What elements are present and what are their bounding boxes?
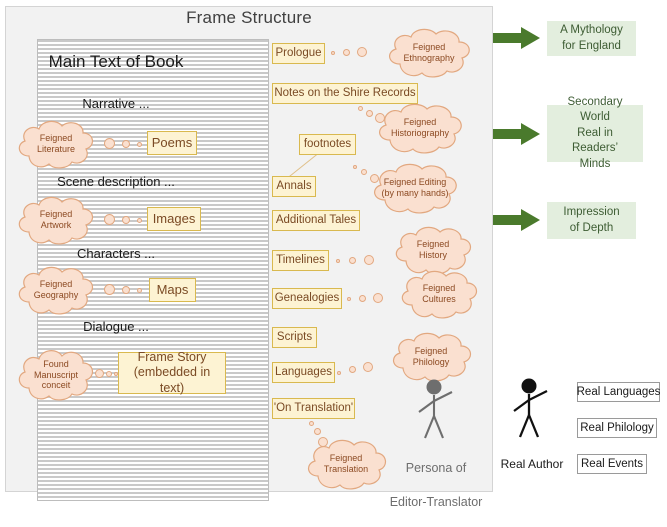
real-world-box-languages[interactable]: Real Languages <box>577 382 660 402</box>
paratext-box-scripts[interactable]: Scripts <box>272 327 317 348</box>
cloud-label: Feigned Philology <box>412 345 450 367</box>
thought-dot <box>336 259 340 263</box>
persona-stick-figure-icon <box>418 379 453 439</box>
thought-dot <box>363 362 373 372</box>
cloud-label: Feigned Literature <box>36 133 76 154</box>
thought-dot <box>137 142 142 147</box>
persona-caption: Persona of Editor-Translator <box>378 443 494 527</box>
thought-dot <box>106 371 112 377</box>
cloud-found-manuscript-conceit: Found Manuscript conceit <box>12 345 100 405</box>
cloud-label: Feigned Cultures <box>422 283 456 304</box>
cloud-feigned-editing: Feigned Editing (by many hands) <box>365 160 465 216</box>
inline-box-poems[interactable]: Poems <box>147 131 197 155</box>
cloud-label: Feigned Historiography <box>390 117 450 138</box>
real-world-box-events[interactable]: Real Events <box>577 454 647 474</box>
paratext-box-prologue[interactable]: Prologue <box>272 43 325 64</box>
thought-dot <box>343 49 350 56</box>
outcome-box-mythology-for-england[interactable]: A Mythology for England <box>547 21 636 56</box>
cloud-feigned-ethnography: Feigned Ethnography <box>381 26 477 79</box>
cloud-label: Feigned Editing (by many hands) <box>381 177 449 198</box>
cloud-label: Feigned History <box>416 239 450 260</box>
cloud-feigned-artwork: Feigned Artwork <box>12 192 100 248</box>
cloud-feigned-cultures: Feigned Cultures <box>394 268 484 320</box>
thought-dot <box>122 140 130 148</box>
thought-dot <box>347 297 351 301</box>
thought-dot <box>104 284 115 295</box>
thought-dot <box>104 214 115 225</box>
main-text-line-characters: Characters ... <box>76 246 156 261</box>
thought-dot <box>122 216 130 224</box>
paratext-box-timelines[interactable]: Timelines <box>272 250 329 271</box>
cloud-feigned-literature: Feigned Literature <box>12 116 100 172</box>
real-world-box-philology[interactable]: Real Philology <box>577 418 657 438</box>
thought-dot <box>104 138 115 149</box>
thought-dot <box>357 47 367 57</box>
main-text-heading: Main Text of Book <box>48 52 184 71</box>
main-text-line-dialogue: Dialogue ... <box>83 319 149 334</box>
thought-dot <box>122 286 130 294</box>
real-author-stick-figure-icon <box>513 378 548 438</box>
diagram-canvas: Frame Structure Main Text of Book Narrat… <box>0 0 667 509</box>
inline-box-frame-story[interactable]: Frame Story (embedded in text) <box>118 350 226 395</box>
paratext-box-languages[interactable]: Languages <box>272 362 335 383</box>
paratext-box-on-translation[interactable]: 'On Translation' <box>272 398 355 419</box>
inline-box-images[interactable]: Images <box>147 207 201 231</box>
thought-dot <box>314 428 321 435</box>
paratext-box-footnotes[interactable]: footnotes <box>299 134 356 155</box>
paratext-box-additional-tales[interactable]: Additional Tales <box>272 210 360 231</box>
arrow-right-icon <box>493 209 540 231</box>
thought-dot <box>331 51 335 55</box>
cloud-label: Feigned Geography <box>33 279 79 300</box>
page-title: Frame Structure <box>186 8 312 27</box>
paratext-box-genealogies[interactable]: Genealogies <box>272 288 342 309</box>
thought-dot <box>137 288 142 293</box>
cloud-label: Feigned Ethnography <box>403 41 455 63</box>
thought-dot <box>137 218 142 223</box>
cloud-label: Feigned Translation <box>323 453 369 474</box>
cloud-label: Feigned Artwork <box>39 209 73 230</box>
thought-dot <box>359 295 366 302</box>
thought-dot <box>358 106 363 111</box>
thought-dot <box>309 421 314 426</box>
main-text-line-scene: Scene description ... <box>57 174 175 189</box>
thought-dot <box>364 255 374 265</box>
arrow-right-icon <box>493 123 540 145</box>
inline-box-maps[interactable]: Maps <box>149 278 196 302</box>
thought-dot <box>95 369 104 378</box>
thought-dot <box>349 257 356 264</box>
thought-dot <box>349 366 356 373</box>
paratext-box-annals[interactable]: Annals <box>272 176 316 197</box>
cloud-feigned-philology: Feigned Philology <box>385 330 477 383</box>
arrow-right-icon <box>493 27 540 49</box>
outcome-box-impression-of-depth[interactable]: Impression of Depth <box>547 202 636 239</box>
thought-dot <box>373 293 383 303</box>
cloud-feigned-geography: Feigned Geography <box>12 262 100 318</box>
main-text-line-narrative: Narrative ... <box>82 96 150 111</box>
cloud-label: Found Manuscript conceit <box>33 358 78 391</box>
outcome-box-secondary-world[interactable]: Secondary World Real in Readers’ Minds <box>547 96 643 170</box>
persona-caption-line-2: Editor-Translator <box>389 494 483 509</box>
persona-caption-line-1: Persona of <box>405 460 467 475</box>
cloud-feigned-historiography: Feigned Historiography <box>371 101 469 155</box>
real-author-caption: Real Author <box>500 457 564 471</box>
thought-dot <box>353 165 357 169</box>
thought-dot <box>337 371 341 375</box>
